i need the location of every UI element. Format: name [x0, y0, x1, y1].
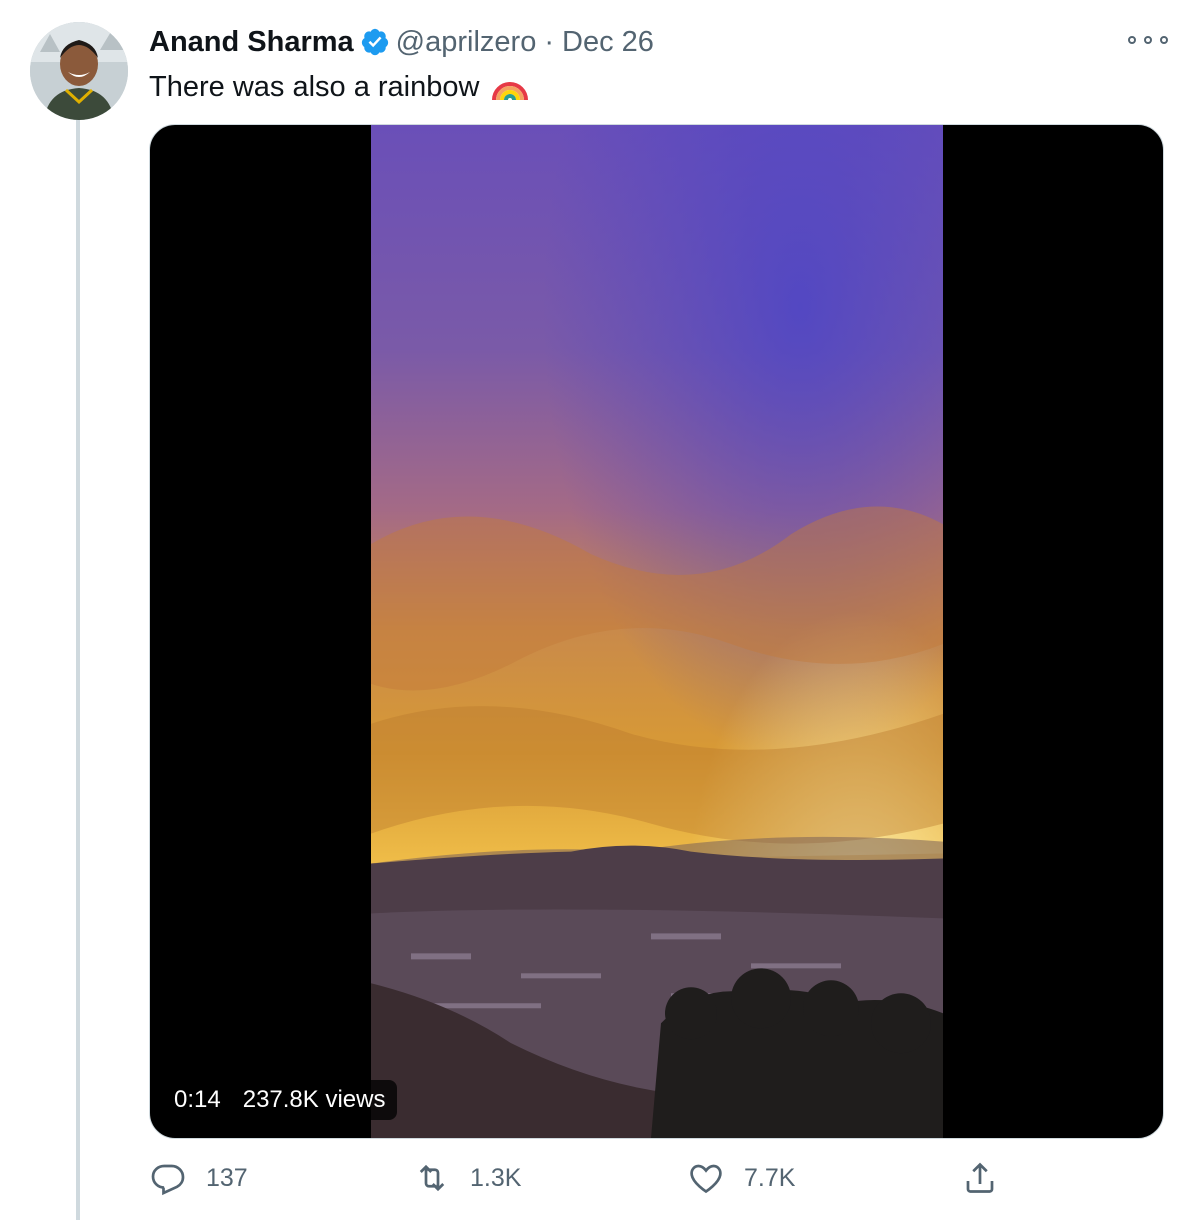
tweet-header: Anand Sharma @aprilzero · Dec 26: [149, 24, 654, 60]
reply-button[interactable]: 137: [150, 1160, 248, 1196]
video-duration: 0:14: [174, 1086, 221, 1113]
heart-icon: [688, 1160, 724, 1196]
reply-count: 137: [206, 1163, 248, 1192]
rainbow-emoji-icon: [491, 66, 528, 102]
like-count: 7.7K: [744, 1163, 796, 1192]
thread-connector-line: [76, 118, 80, 1220]
author-handle[interactable]: @aprilzero: [396, 26, 537, 59]
tweet-actions-bar: 137 1.3K 7.7K: [0, 1160, 1196, 1204]
author-name[interactable]: Anand Sharma: [149, 26, 354, 59]
tweet-text: There was also a rainbow: [149, 66, 528, 104]
verified-badge-icon: [360, 27, 390, 57]
separator-dot: ·: [544, 25, 554, 58]
retweet-count: 1.3K: [470, 1163, 522, 1192]
retweet-button[interactable]: 1.3K: [414, 1160, 521, 1196]
more-options-icon[interactable]: [1128, 28, 1168, 52]
reply-icon: [150, 1160, 186, 1196]
tweet-date[interactable]: Dec 26: [562, 26, 654, 59]
share-icon: [962, 1160, 998, 1196]
video-player[interactable]: 0:14 237.8K views: [149, 124, 1164, 1139]
avatar[interactable]: [30, 22, 128, 120]
video-frame: [371, 125, 943, 1138]
video-info-badge: 0:14 237.8K views: [162, 1080, 398, 1120]
retweet-icon: [414, 1160, 450, 1196]
share-button[interactable]: [962, 1160, 998, 1196]
like-button[interactable]: 7.7K: [688, 1160, 795, 1196]
tweet-text-content: There was also a rainbow: [149, 71, 480, 103]
video-views: 237.8K views: [242, 1086, 386, 1113]
